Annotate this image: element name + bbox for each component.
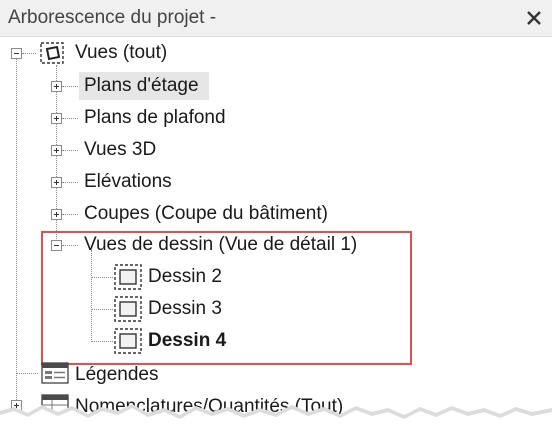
tree-branch bbox=[22, 53, 36, 54]
panel-title: Arborescence du projet - bbox=[8, 7, 217, 28]
tree-line-root bbox=[16, 59, 17, 404]
tree-branch bbox=[62, 150, 78, 151]
legend-icon bbox=[41, 362, 69, 384]
tree-root-label: Vues (tout) bbox=[75, 42, 168, 63]
views-icon bbox=[40, 42, 64, 64]
tree-item-label: Vues 3D bbox=[84, 139, 157, 160]
expand-toggle[interactable] bbox=[51, 209, 62, 220]
tree-branch bbox=[62, 118, 78, 119]
tree-branch bbox=[62, 182, 78, 183]
expand-toggle[interactable] bbox=[51, 113, 62, 124]
collapse-toggle[interactable] bbox=[11, 48, 22, 59]
tree-item-label: Elévations bbox=[84, 171, 172, 192]
tree-root-views[interactable]: Vues (tout) bbox=[75, 39, 167, 67]
tree-item-label: Plans d'étage bbox=[84, 75, 199, 96]
tree-item-label: Légendes bbox=[75, 364, 159, 385]
torn-edge bbox=[0, 404, 552, 429]
tree-item-sections[interactable]: Coupes (Coupe du bâtiment) bbox=[84, 200, 328, 228]
panel-header: Arborescence du projet - bbox=[0, 0, 552, 37]
tree-branch bbox=[62, 86, 78, 87]
project-browser-panel: Arborescence du projet - Vues (tout) Pla… bbox=[0, 0, 552, 429]
tree-item-floor-plans[interactable]: Plans d'étage bbox=[84, 72, 199, 100]
tree-item-legends[interactable]: Légendes bbox=[75, 361, 158, 389]
tree-item-elevations[interactable]: Elévations bbox=[84, 168, 172, 196]
tree-branch bbox=[62, 214, 78, 215]
expand-toggle[interactable] bbox=[51, 81, 62, 92]
tree-branch bbox=[16, 373, 38, 374]
tree-item-3d-views[interactable]: Vues 3D bbox=[84, 136, 156, 164]
expand-toggle[interactable] bbox=[51, 145, 62, 156]
highlight-box bbox=[41, 231, 412, 365]
close-icon[interactable] bbox=[524, 8, 544, 28]
tree-item-ceiling-plans[interactable]: Plans de plafond bbox=[84, 104, 226, 132]
tree-item-label: Plans de plafond bbox=[84, 107, 226, 128]
tree-item-label: Coupes (Coupe du bâtiment) bbox=[84, 203, 328, 224]
expand-toggle[interactable] bbox=[51, 177, 62, 188]
